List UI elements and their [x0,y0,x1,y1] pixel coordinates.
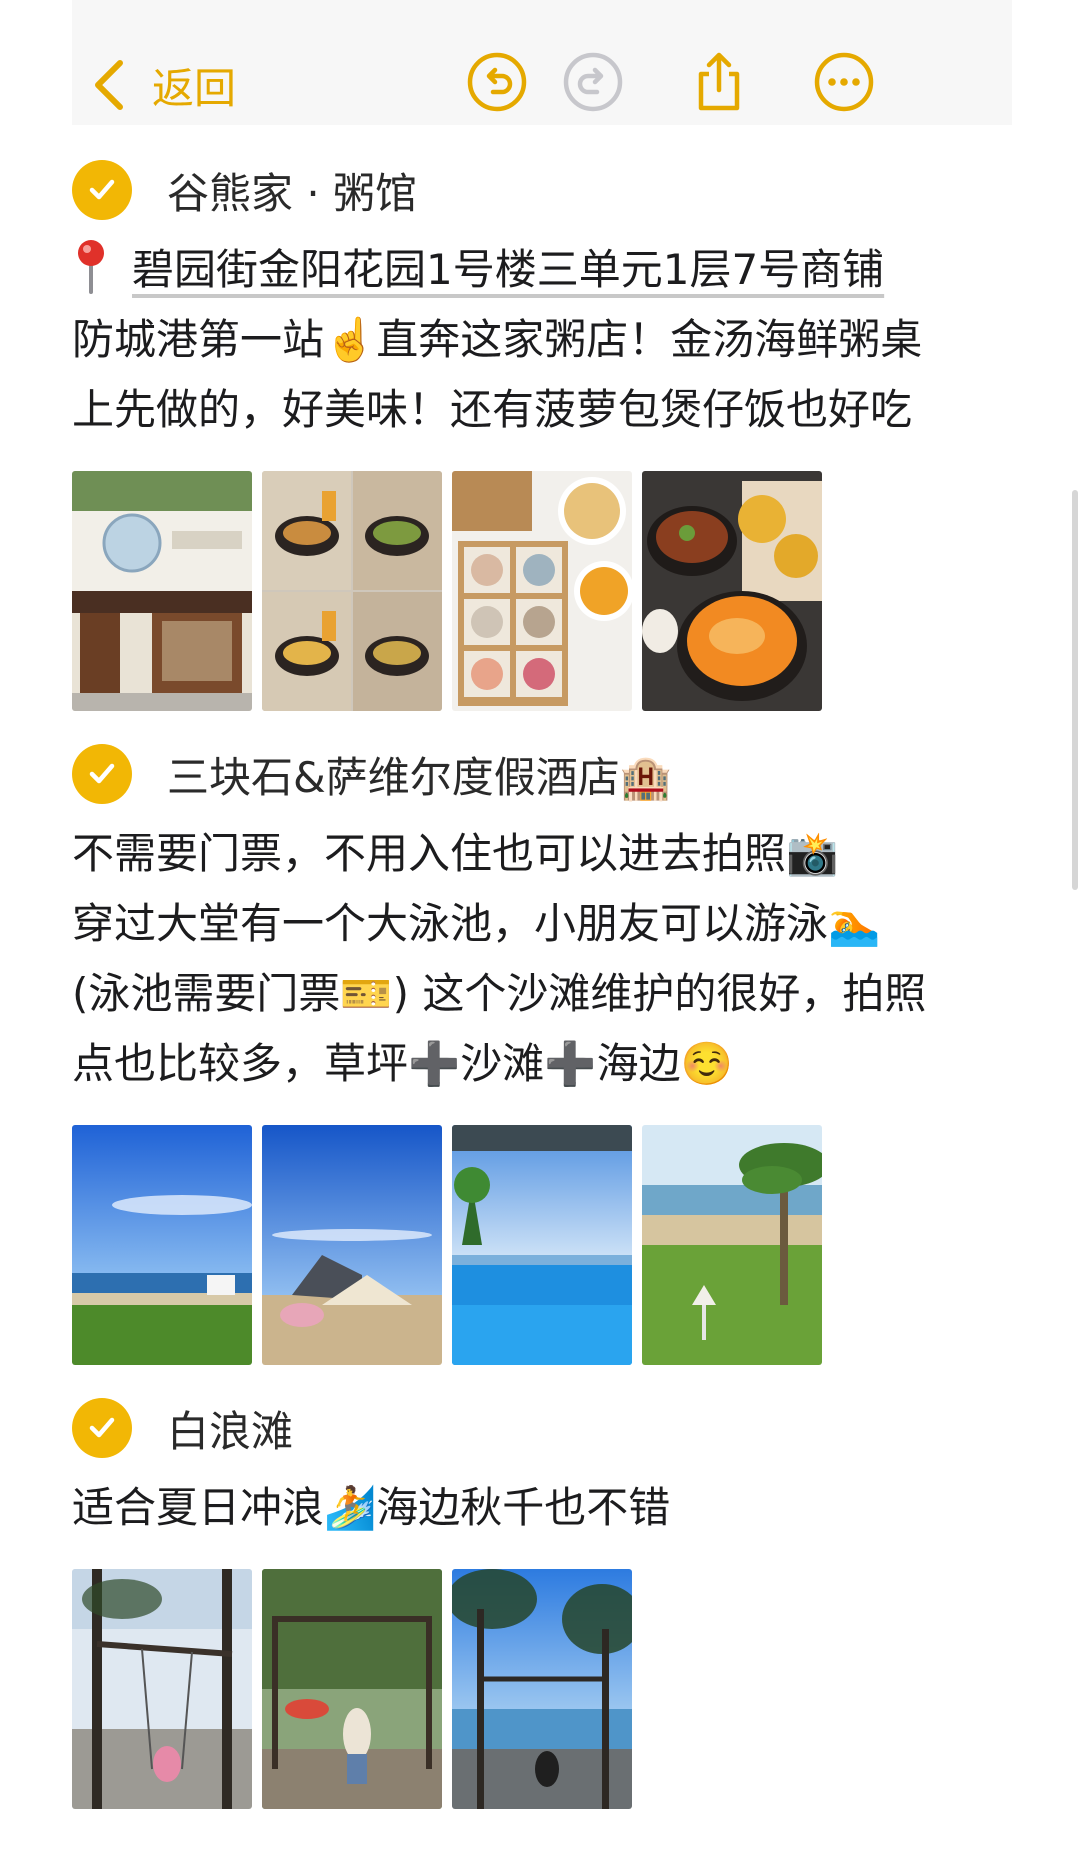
section-resort-hotel: 三块石&萨维尔度假酒店🏨 不需要门票，不用入住也可以进去拍照📸 穿过大堂有一个大… [72,729,1032,1365]
checkmark-icon [89,763,115,784]
body-text-line: 点也比较多，草坪➕沙滩➕海边☺️ [72,1039,733,1088]
checkmark-icon [89,179,115,200]
lawn-and-sea-photo[interactable] [72,1125,252,1365]
infinity-pool-photo[interactable] [452,1125,632,1365]
map-pin-icon [78,240,104,294]
beach-swing-photo-3[interactable] [452,1569,632,1809]
undo-icon [467,52,527,112]
photo-gallery [72,1125,1032,1365]
note-content[interactable]: 谷熊家 · 粥馆 碧园街金阳花园1号楼三单元1层7号商铺 防城港第一站☝️直奔这… [72,145,1032,1827]
redo-button[interactable] [561,50,625,114]
storefront-photo[interactable] [72,471,252,711]
vertical-scrollbar[interactable] [1072,490,1078,890]
body-text-line: 防城港第一站☝️直奔这家粥店！金汤海鲜粥桌 [72,315,923,364]
back-label: 返回 [152,63,237,113]
address-line: 碧园街金阳花园1号楼三单元1层7号商铺 [72,235,1032,305]
section-title: 谷熊家 · 粥馆 [167,168,418,218]
section-title: 三块石&萨维尔度假酒店🏨 [167,752,673,802]
section-white-wave-beach: 白浪滩 适合夏日冲浪🏄海边秋千也不错 [72,1383,1032,1809]
body-text-line: 上先做的，好美味！还有菠萝包煲仔饭也好吃 [72,385,913,434]
beach-swing-photo-1[interactable] [72,1569,252,1809]
photo-gallery [72,471,1032,711]
section-title-row: 三块石&萨维尔度假酒店🏨 [72,729,1032,819]
photo-gallery [72,1569,1032,1809]
clay-pot-cooking-photo[interactable] [262,471,442,711]
address-link[interactable]: 碧园街金阳花园1号楼三单元1层7号商铺 [132,245,884,294]
checkmark-icon [89,1417,115,1438]
body-text-line: 不需要门票，不用入住也可以进去拍照📸 [72,829,839,878]
chevron-left-icon [95,60,123,110]
more-button[interactable] [812,50,876,114]
seafood-platter-photo[interactable] [452,471,632,711]
checkbox-checked[interactable] [72,160,132,220]
checkbox-checked[interactable] [72,1398,132,1458]
body-text-line: (泳池需要门票🎫) 这个沙滩维护的很好，拍照 [72,969,927,1018]
section-title-row: 白浪滩 [72,1383,1032,1473]
checkbox-checked[interactable] [72,744,132,804]
palm-tree-lawn-photo[interactable] [642,1125,822,1365]
clay-pot-rice-and-pineapple-bun-photo[interactable] [642,471,822,711]
share-button[interactable] [687,50,751,114]
body-text-line: 穿过大堂有一个大泳池，小朋友可以游泳🏊 [72,899,881,948]
beach-swing-photo-2[interactable] [262,1569,442,1809]
more-icon [814,52,874,112]
beach-tent-photo[interactable] [262,1125,442,1365]
section-title: 白浪滩 [167,1406,294,1456]
body-text-line: 适合夏日冲浪🏄海边秋千也不错 [72,1483,671,1532]
back-button[interactable]: 返回 [90,50,236,120]
section-congee-restaurant: 谷熊家 · 粥馆 碧园街金阳花园1号楼三单元1层7号商铺 防城港第一站☝️直奔这… [72,145,1032,711]
top-navigation-bar: 返回 [72,0,1012,125]
redo-icon [563,52,623,112]
share-icon [698,52,740,111]
section-title-row: 谷熊家 · 粥馆 [72,145,1032,235]
undo-button[interactable] [465,50,529,114]
